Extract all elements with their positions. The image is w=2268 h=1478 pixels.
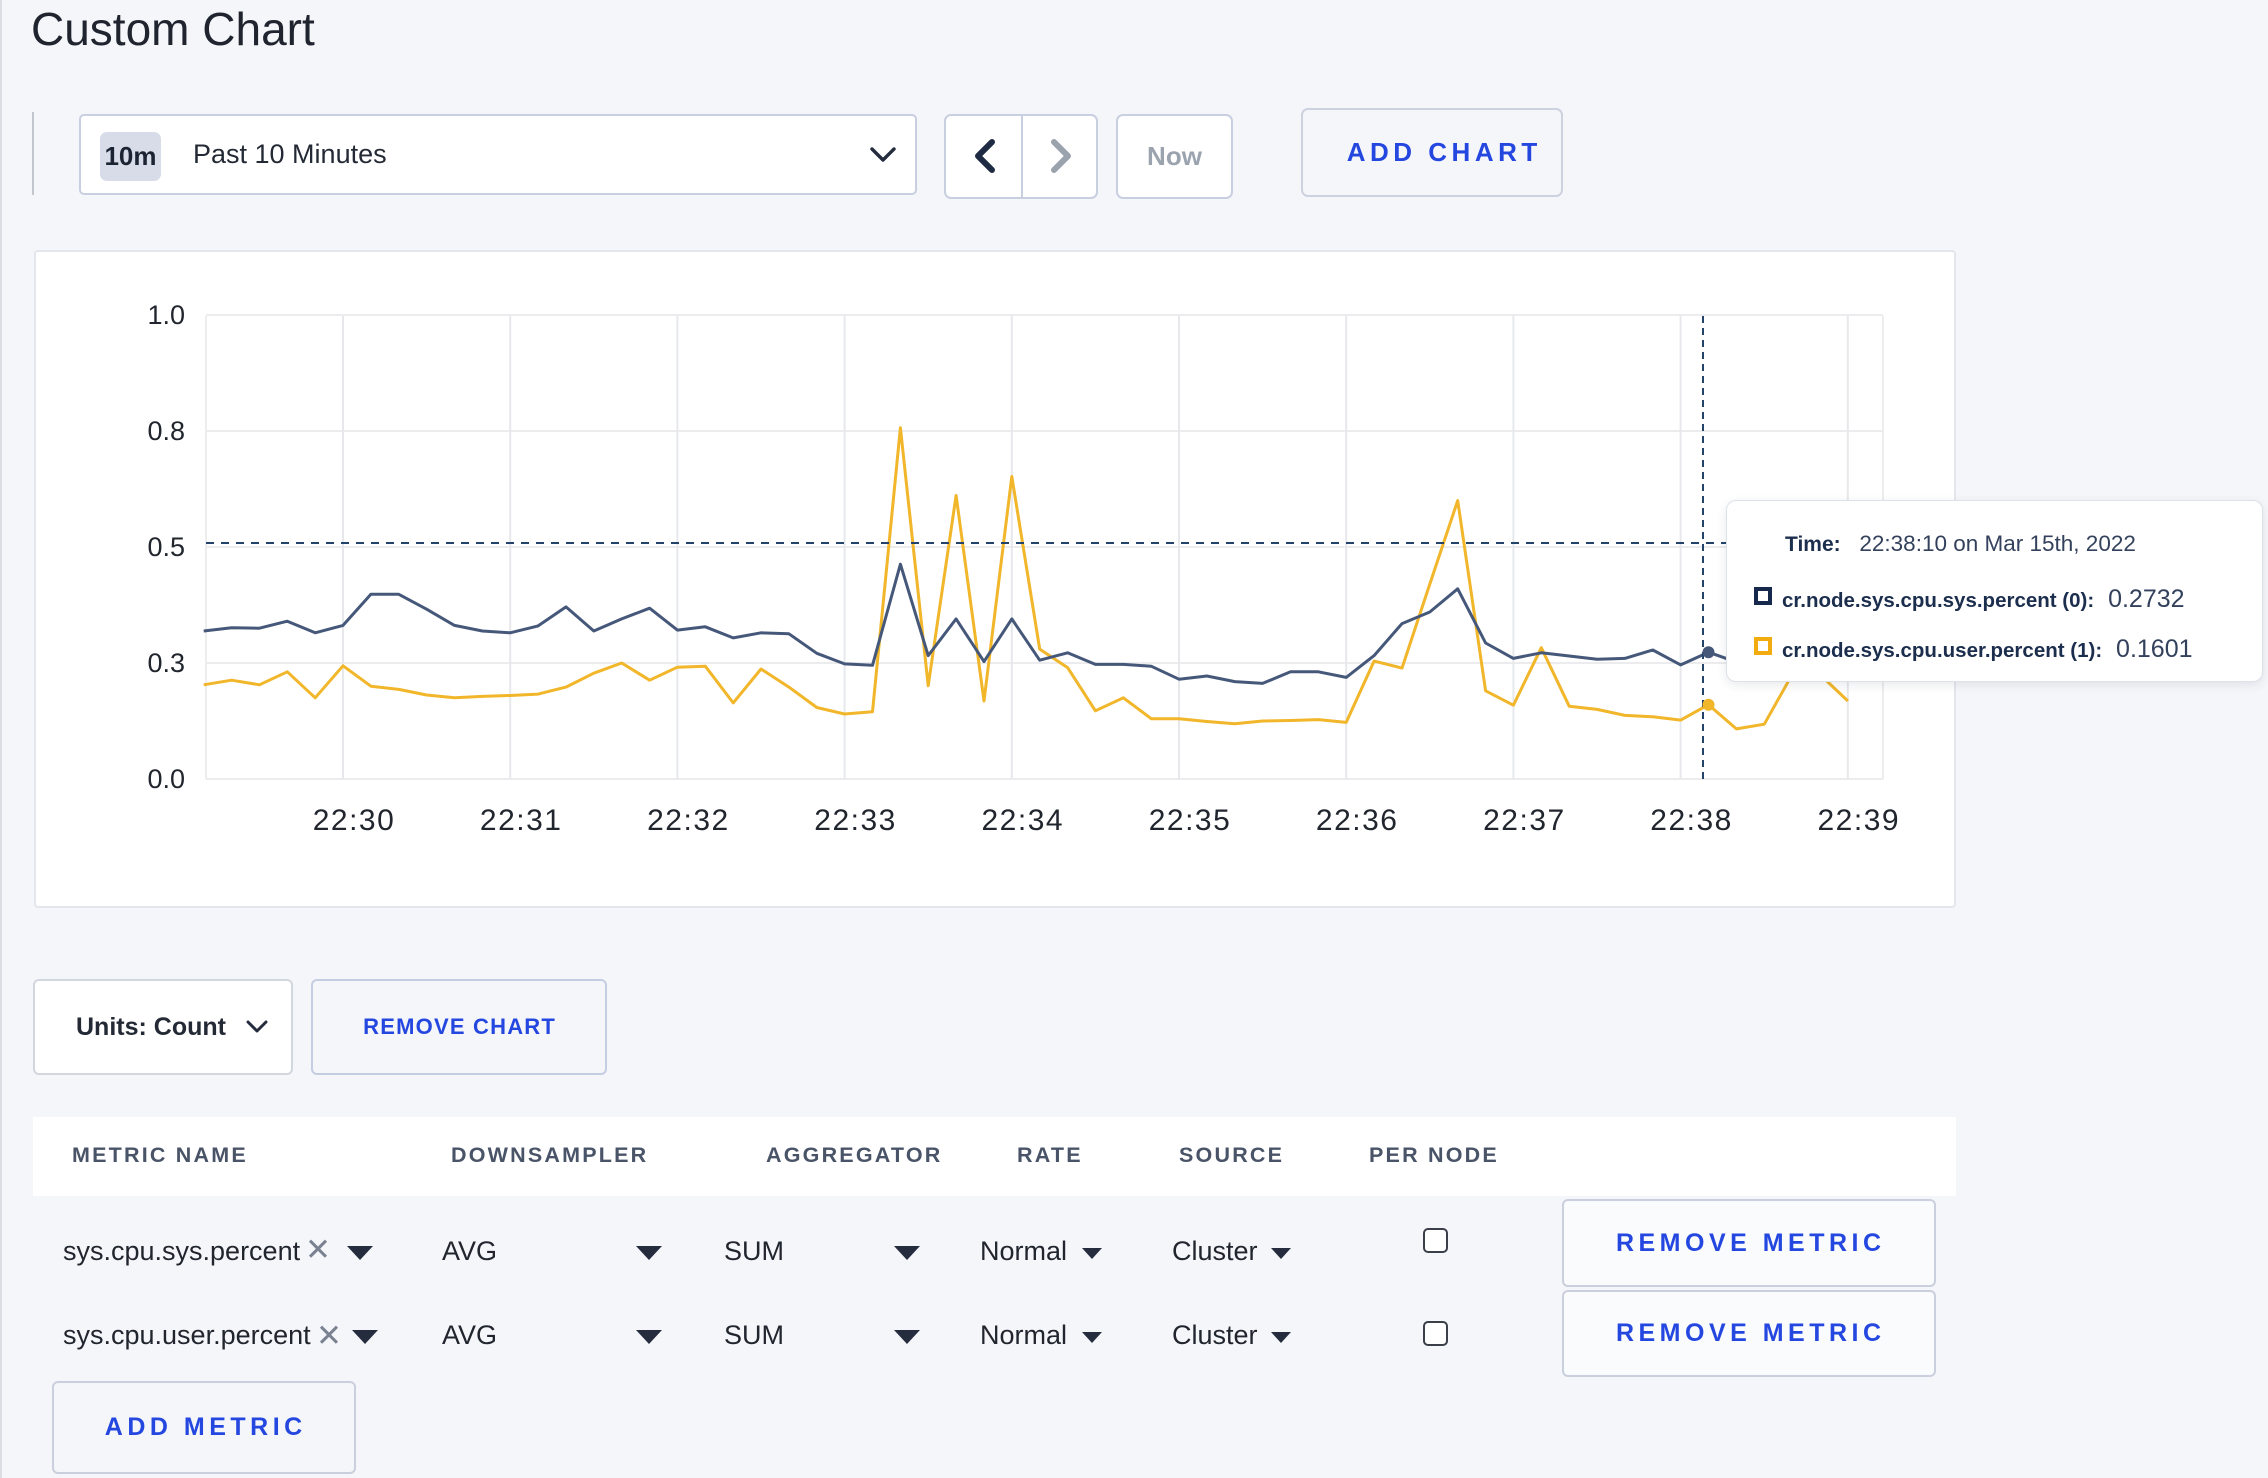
svg-text:22:34: 22:34 xyxy=(982,804,1065,837)
svg-text:1.0: 1.0 xyxy=(147,300,185,330)
svg-text:22:30: 22:30 xyxy=(313,804,396,837)
svg-text:0.0: 0.0 xyxy=(147,764,185,794)
svg-text:0.3: 0.3 xyxy=(147,648,185,678)
svg-text:0.5: 0.5 xyxy=(147,532,185,562)
svg-text:22:38: 22:38 xyxy=(1650,804,1733,837)
svg-text:0.8: 0.8 xyxy=(147,416,185,446)
svg-text:22:31: 22:31 xyxy=(480,804,563,837)
svg-text:22:39: 22:39 xyxy=(1818,804,1901,837)
svg-text:22:36: 22:36 xyxy=(1316,804,1399,837)
svg-text:22:37: 22:37 xyxy=(1483,804,1566,837)
svg-text:22:32: 22:32 xyxy=(647,804,730,837)
svg-text:22:35: 22:35 xyxy=(1149,804,1232,837)
svg-text:22:33: 22:33 xyxy=(814,804,897,837)
